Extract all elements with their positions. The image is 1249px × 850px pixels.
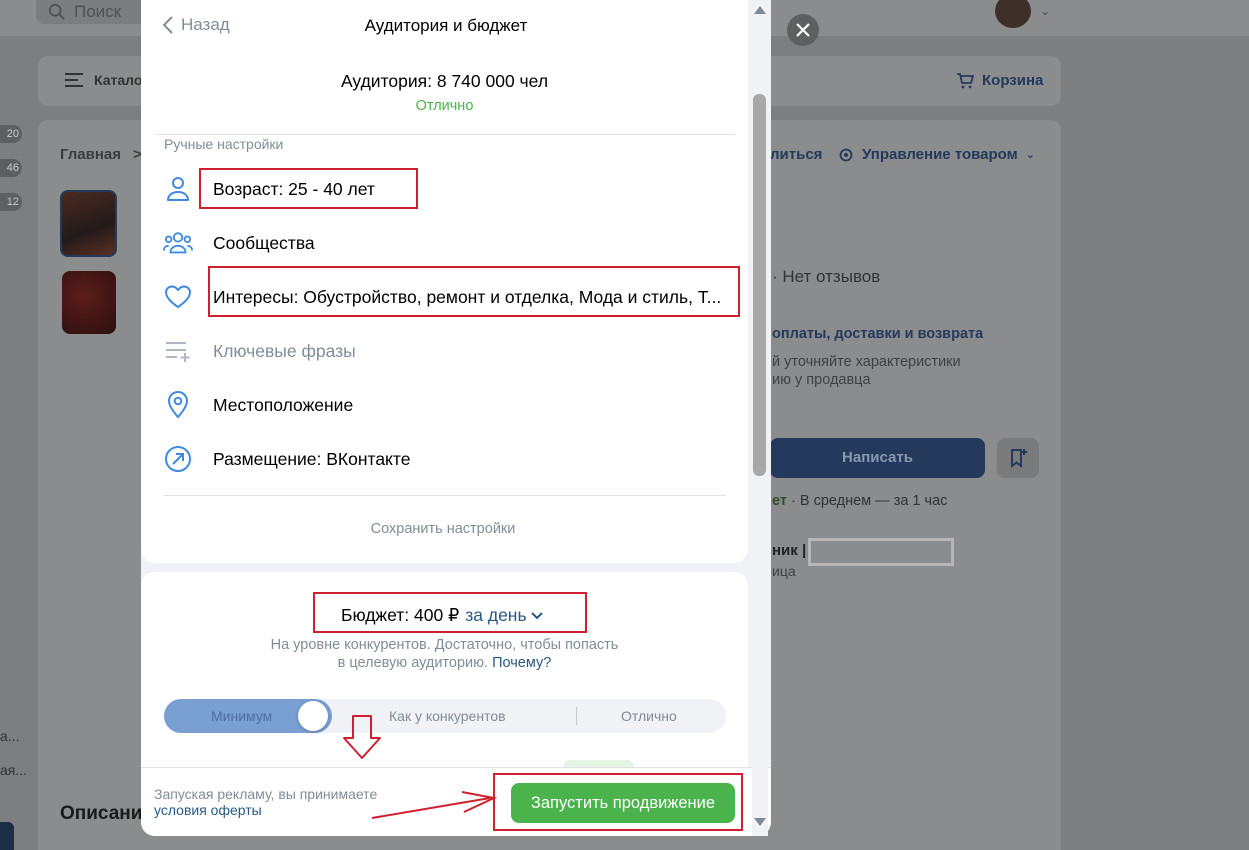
response-time: ет · В среднем — за 1 час bbox=[772, 493, 947, 509]
redacted-box bbox=[808, 538, 954, 566]
product-thumbnail[interactable] bbox=[62, 271, 116, 334]
audience-rating: Отлично bbox=[415, 98, 474, 114]
side-button[interactable] bbox=[0, 822, 14, 850]
slider-separator bbox=[576, 707, 577, 725]
scrollbar-thumb[interactable] bbox=[753, 94, 766, 476]
list-add-icon bbox=[163, 336, 193, 366]
clarify-line: й уточняйте характеристики bbox=[772, 354, 961, 370]
counter-badge: 20 bbox=[0, 125, 22, 143]
manual-settings-label: Ручные настройки bbox=[164, 136, 284, 152]
seller-label: ник | bbox=[772, 542, 807, 559]
chevron-down-icon[interactable]: ⌄ bbox=[1040, 4, 1050, 18]
menu-icon bbox=[65, 73, 83, 87]
slider-level-mid[interactable]: Как у конкурентов bbox=[389, 708, 506, 724]
setting-age-label: Возраст: 25 - 40 лет bbox=[213, 178, 375, 199]
modal-title: Аудитория и бюджет bbox=[364, 16, 528, 35]
payment-link[interactable]: оплаты, доставки и возврата bbox=[772, 326, 983, 342]
setting-placement-label: Размещение: ВКонтакте bbox=[213, 448, 411, 469]
bookmark-add-icon bbox=[1011, 449, 1027, 469]
cart-button[interactable]: Корзина bbox=[956, 72, 1043, 89]
search-field[interactable]: Поиск bbox=[36, 0, 146, 24]
search-placeholder: Поиск bbox=[74, 2, 122, 21]
close-button[interactable] bbox=[787, 14, 819, 46]
audience-size: Аудитория: 8 740 000 чел bbox=[340, 71, 549, 91]
launch-promotion-button[interactable]: Запустить продвижение bbox=[511, 783, 735, 823]
manage-label: Управление товаром bbox=[862, 146, 1018, 163]
budget-period-dropdown[interactable]: за день bbox=[465, 605, 543, 626]
offer-notice: Запуская рекламу, вы принимаете условия … bbox=[154, 786, 377, 818]
scroll-down-arrow-icon[interactable] bbox=[754, 818, 766, 826]
budget-amount: Бюджет: 400 ₽ bbox=[341, 605, 460, 625]
budget-selector[interactable]: Бюджет: 400 ₽ за день bbox=[341, 605, 543, 626]
slider-handle[interactable] bbox=[298, 701, 328, 731]
setting-communities[interactable]: Сообщества bbox=[163, 228, 743, 258]
clarify-line: ию у продавца bbox=[772, 372, 871, 388]
seller-sub: ица bbox=[772, 563, 796, 579]
arrow-circle-icon bbox=[163, 444, 193, 474]
location-pin-icon bbox=[163, 390, 193, 420]
save-settings-button[interactable]: Сохранить настройки bbox=[141, 521, 745, 537]
close-icon bbox=[796, 23, 810, 37]
setting-communities-label: Сообщества bbox=[213, 232, 315, 253]
setting-location-label: Местоположение bbox=[213, 394, 354, 415]
clarify-text: й уточняйте характеристики ию у продавца bbox=[772, 353, 961, 389]
divider bbox=[164, 495, 726, 496]
product-thumbnail[interactable] bbox=[60, 190, 117, 257]
cart-icon bbox=[957, 72, 974, 88]
chevron-down-icon: ⌄ bbox=[1025, 149, 1035, 161]
budget-note: На уровне конкурентов. Достаточно, чтобы… bbox=[141, 636, 748, 672]
catalog-button[interactable]: Каталог bbox=[64, 72, 148, 88]
group-icon bbox=[163, 228, 193, 258]
offer-notice-text: Запуская рекламу, вы принимаете bbox=[154, 786, 378, 802]
breadcrumb[interactable]: Главная > bbox=[60, 146, 142, 163]
budget-period-label: за день bbox=[465, 605, 527, 625]
cart-label: Корзина bbox=[982, 72, 1044, 89]
bookmark-button[interactable] bbox=[997, 438, 1039, 478]
search-icon bbox=[48, 3, 65, 20]
setting-age[interactable]: Возраст: 25 - 40 лет bbox=[163, 174, 743, 204]
setting-keywords-label: Ключевые фразы bbox=[213, 340, 356, 361]
description-heading: Описание bbox=[60, 803, 154, 824]
setting-interests[interactable]: Интересы: Обустройство, ремонт и отделка… bbox=[163, 282, 743, 312]
offer-terms-link[interactable]: условия оферты bbox=[154, 802, 377, 818]
manage-product-button[interactable]: Управление товаром ⌄ bbox=[838, 146, 1035, 163]
setting-placement[interactable]: Размещение: ВКонтакте bbox=[163, 444, 743, 474]
divider bbox=[155, 134, 735, 135]
breadcrumb-home[interactable]: Главная bbox=[60, 146, 121, 163]
budget-note-line: в целевую аудиторию. bbox=[337, 655, 489, 671]
why-link[interactable]: Почему? bbox=[492, 655, 551, 671]
reviews-text: · Нет отзывов bbox=[772, 267, 881, 286]
scroll-up-arrow-icon[interactable] bbox=[754, 6, 766, 14]
budget-level-slider[interactable]: Минимум Как у конкурентов Отлично bbox=[164, 699, 726, 733]
setting-location[interactable]: Местоположение bbox=[163, 390, 743, 420]
setting-keywords[interactable]: Ключевые фразы bbox=[163, 336, 743, 366]
chevron-down-icon bbox=[530, 611, 543, 619]
side-text: ая... bbox=[0, 762, 28, 778]
gear-icon bbox=[839, 148, 853, 161]
slider-level-min[interactable]: Минимум bbox=[211, 708, 272, 724]
response-status: ет bbox=[772, 493, 787, 509]
person-icon bbox=[163, 174, 193, 204]
budget-note-line: На уровне конкурентов. Достаточно, чтобы… bbox=[270, 637, 619, 653]
heart-icon bbox=[163, 282, 193, 312]
counter-badge: 12 bbox=[0, 193, 22, 211]
response-time-text: · В среднем — за 1 час bbox=[786, 493, 948, 509]
share-button[interactable]: литься bbox=[770, 146, 822, 163]
write-button[interactable]: Написать bbox=[770, 438, 985, 478]
setting-interests-label: Интересы: Обустройство, ремонт и отделка… bbox=[213, 286, 722, 307]
slider-level-max[interactable]: Отлично bbox=[621, 708, 677, 724]
side-text: а... bbox=[0, 728, 20, 744]
counter-badge: 46 bbox=[0, 159, 22, 177]
